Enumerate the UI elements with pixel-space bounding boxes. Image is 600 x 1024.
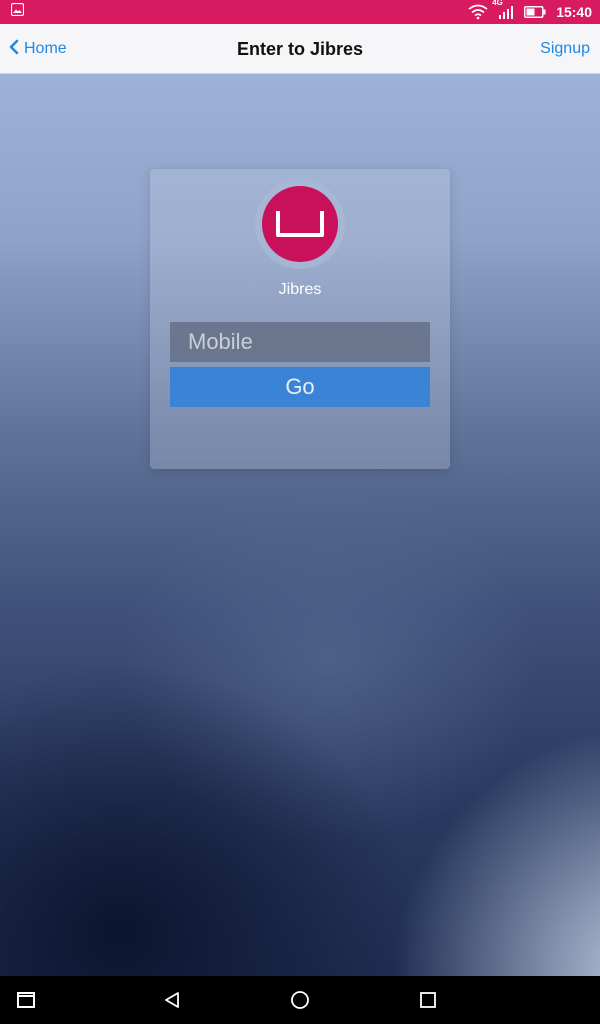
system-nav-bar (0, 976, 600, 1024)
network-type: 4G (492, 0, 503, 7)
back-label: Home (24, 40, 67, 57)
signup-link[interactable]: Signup (540, 24, 590, 74)
mobile-input[interactable] (170, 322, 430, 362)
back-icon[interactable] (148, 976, 196, 1024)
chevron-left-icon (8, 39, 20, 60)
image-icon (10, 2, 25, 21)
overview-icon[interactable] (404, 976, 452, 1024)
status-bar: 4G 15:40 (0, 0, 600, 24)
battery-icon (524, 6, 546, 18)
back-button[interactable]: Home (8, 24, 67, 74)
go-button[interactable]: Go (170, 367, 430, 407)
nav-bar: Home Enter to Jibres Signup (0, 24, 600, 74)
login-card: Jibres Go (150, 169, 450, 469)
recent-apps-icon[interactable] (2, 976, 50, 1024)
wifi-icon (468, 4, 488, 20)
page-title: Enter to Jibres (236, 38, 364, 59)
signal-icon: 4G (492, 0, 514, 19)
home-icon[interactable] (276, 976, 324, 1024)
jibres-logo (262, 186, 338, 262)
brand-name: Jibres (278, 281, 322, 298)
status-time: 15:40 (556, 4, 592, 20)
